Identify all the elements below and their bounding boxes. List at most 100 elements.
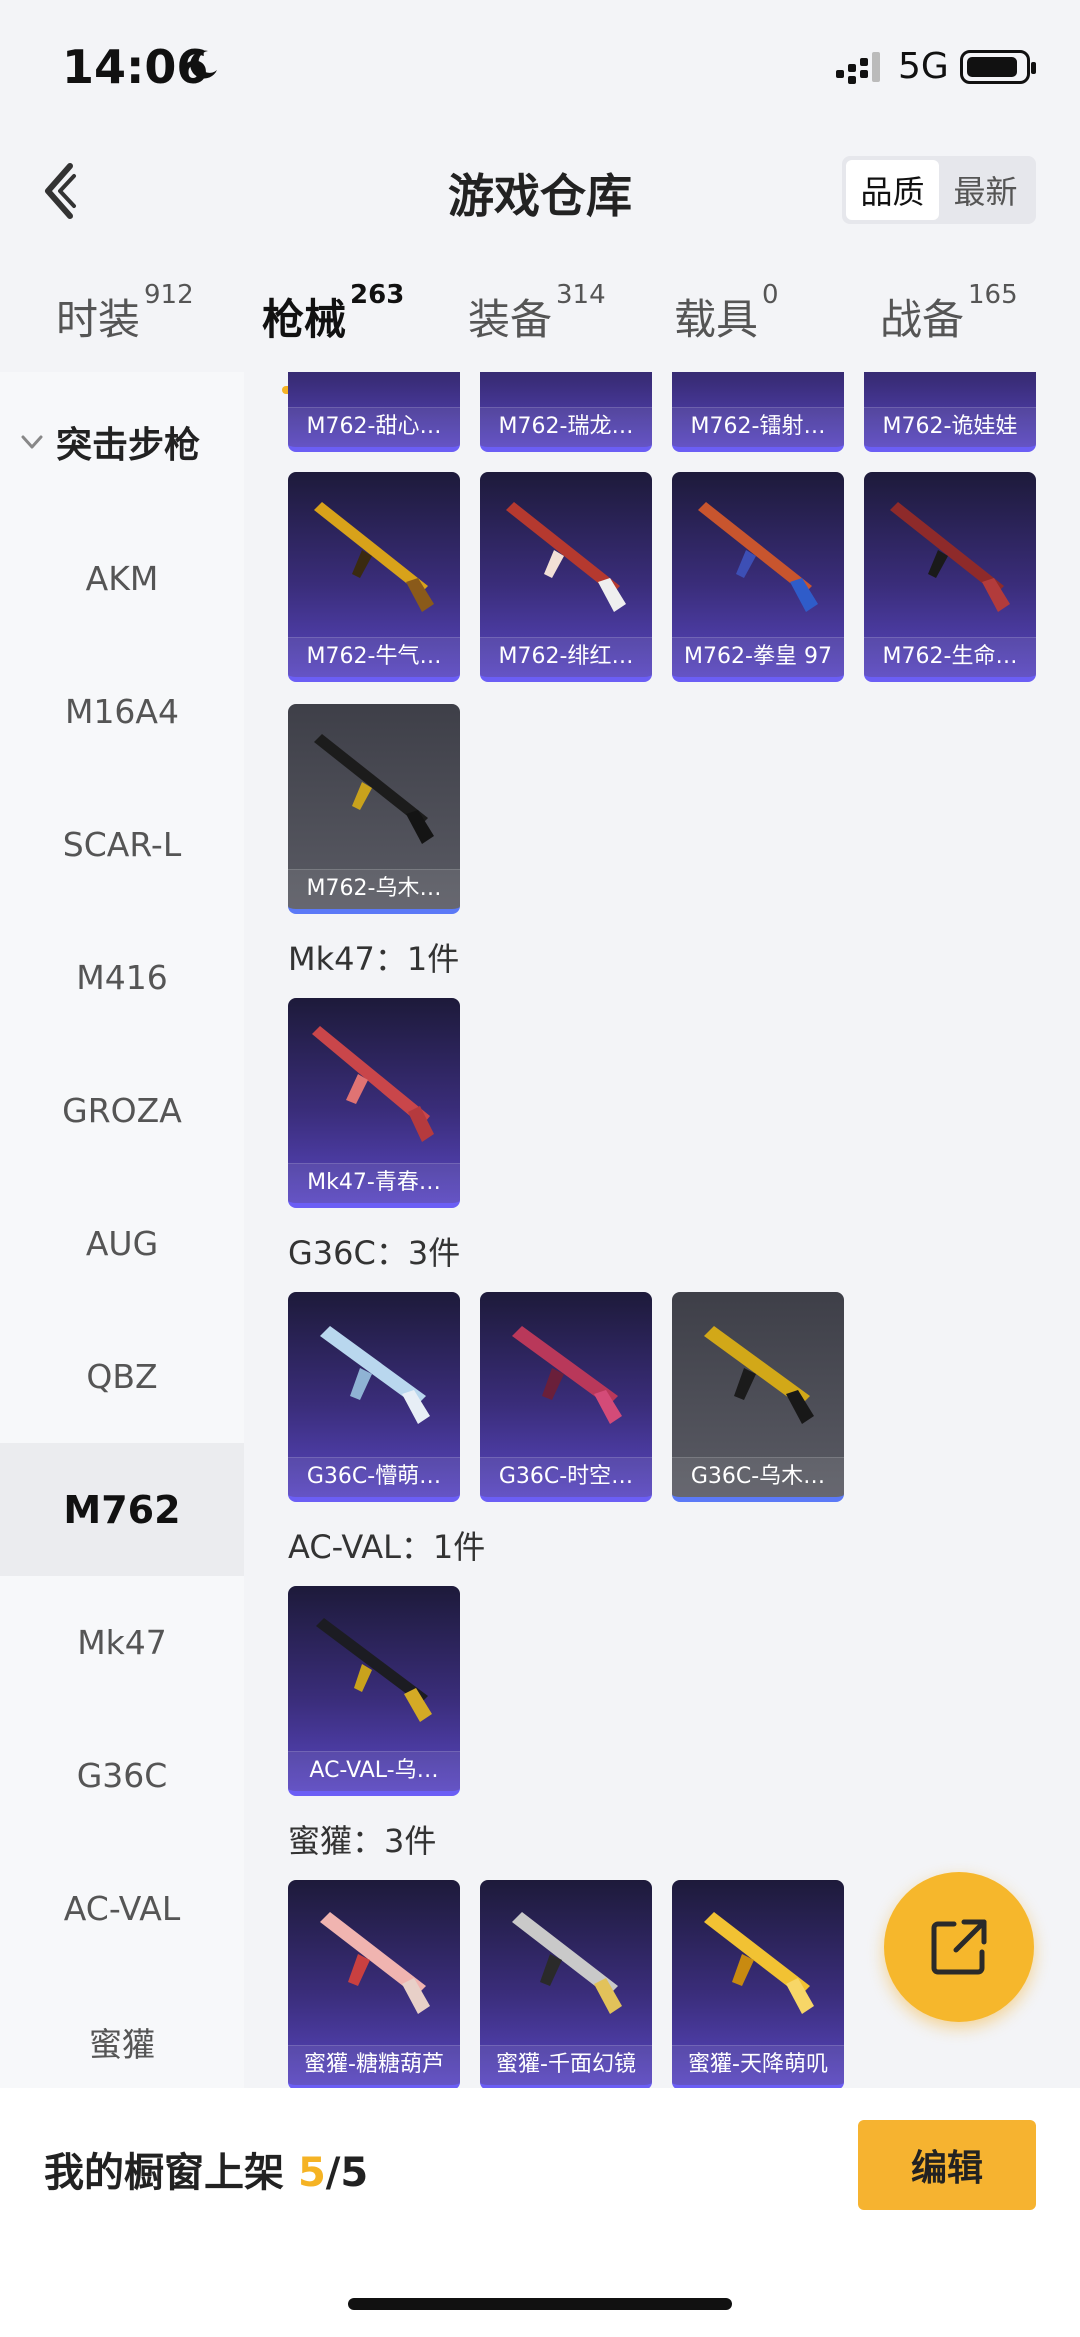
edit-button[interactable]: 编辑 xyxy=(858,2120,1036,2210)
skin-card[interactable]: M762-绯红… xyxy=(480,472,652,682)
skin-card[interactable]: Mk47-青春… xyxy=(288,998,460,1208)
skin-label: M762-拳皇 97 xyxy=(672,637,844,677)
sidebar-item-g36c[interactable]: G36C xyxy=(0,1709,244,1842)
sidebar-item-honey-badger[interactable]: 蜜獾 xyxy=(0,1975,244,2088)
skin-card[interactable]: G36C-时空… xyxy=(480,1292,652,1502)
sort-newest-button[interactable]: 最新 xyxy=(939,160,1032,220)
skin-row: G36C-懵萌… G36C-时空… G36C-乌木… xyxy=(288,1292,844,1502)
skin-label: M762-绯红… xyxy=(480,637,652,677)
skin-label: 蜜獾-天降萌叽 xyxy=(672,2045,844,2085)
status-bar: 14:06 5G xyxy=(0,0,1080,130)
showcase-used-count: 5 xyxy=(297,2150,326,2196)
skin-card[interactable]: M762-拳皇 97 xyxy=(672,472,844,682)
tab-guns[interactable]: 枪械 263 xyxy=(262,280,404,394)
tab-vehicles[interactable]: 载具 0 xyxy=(674,280,779,347)
skin-card[interactable]: M762-诡娃娃 xyxy=(864,372,1036,452)
sidebar-item-aug[interactable]: AUG xyxy=(0,1177,244,1310)
sidebar-item-m416[interactable]: M416 xyxy=(0,911,244,1044)
skin-row: AC-VAL-乌… xyxy=(288,1586,460,1796)
sidebar-group-label: 突击步枪 xyxy=(56,425,201,466)
sidebar-item-scar-l[interactable]: SCAR-L xyxy=(0,778,244,911)
sidebar-item-ac-val[interactable]: AC-VAL xyxy=(0,1842,244,1975)
section-title-ac-val: AC-VAL：1件 xyxy=(288,1528,486,1566)
skin-card[interactable]: G36C-懵萌… xyxy=(288,1292,460,1502)
skin-card[interactable]: M762-镭射… xyxy=(672,372,844,452)
rifle-icon xyxy=(698,502,818,612)
sidebar-item-groza[interactable]: GROZA xyxy=(0,1044,244,1177)
rifle-icon xyxy=(314,502,434,612)
sort-quality-button[interactable]: 品质 xyxy=(846,160,939,220)
tab-count: 912 xyxy=(144,280,194,310)
skin-label: M762-诡娃娃 xyxy=(864,407,1036,447)
skin-label: G36C-懵萌… xyxy=(288,1457,460,1497)
skin-card[interactable]: 蜜獾-天降萌叽 xyxy=(672,1880,844,2088)
sidebar-item-mk47[interactable]: Mk47 xyxy=(0,1576,244,1709)
skin-card[interactable]: G36C-乌木… xyxy=(672,1292,844,1502)
sidebar-item-m762[interactable]: M762 xyxy=(0,1443,244,1576)
skin-row: Mk47-青春… xyxy=(288,998,460,1208)
tab-label: 装备 xyxy=(468,295,553,344)
skin-card[interactable]: 蜜獾-千面幻镜 xyxy=(480,1880,652,2088)
showcase-status: 我的橱窗上架 5/5 xyxy=(44,2140,368,2198)
skin-label: G36C-乌木… xyxy=(672,1457,844,1497)
skin-label: AC-VAL-乌… xyxy=(288,1751,460,1791)
skin-label: M762-镭射… xyxy=(672,407,844,447)
tab-equipment[interactable]: 装备 314 xyxy=(468,280,606,347)
skin-row: M762-牛气… M762-绯红… M762-拳皇 97 M762-生命… xyxy=(288,472,1036,682)
skin-label: M762-乌木… xyxy=(288,869,460,909)
share-icon xyxy=(931,1919,987,1975)
tab-label: 载具 xyxy=(674,295,759,344)
skin-label: M762-牛气… xyxy=(288,637,460,677)
share-button[interactable] xyxy=(884,1872,1034,2022)
skin-card[interactable]: M762-乌木… xyxy=(288,704,460,914)
sidebar-item-akm[interactable]: AKM xyxy=(0,512,244,645)
rifle-icon xyxy=(512,1912,622,2014)
rifle-icon xyxy=(506,502,626,612)
header: 游戏仓库 品质 最新 xyxy=(0,130,1080,250)
tab-fashion[interactable]: 时装 912 xyxy=(56,280,194,347)
rifle-icon xyxy=(890,502,1010,612)
skin-label: 蜜獾-千面幻镜 xyxy=(480,2045,652,2085)
tab-label: 枪械 xyxy=(262,295,347,344)
skin-row: M762-甜心… M762-瑞龙… M762-镭射… M762-诡娃娃 xyxy=(288,372,1036,452)
skin-card[interactable]: M762-甜心… xyxy=(288,372,460,452)
skin-label: M762-瑞龙… xyxy=(480,407,652,447)
skin-row: M762-乌木… xyxy=(288,704,460,914)
battery-icon xyxy=(960,50,1036,84)
rifle-icon xyxy=(316,1618,432,1722)
showcase-total-count: /5 xyxy=(325,2150,369,2196)
rifle-icon xyxy=(512,1326,622,1424)
rifle-icon xyxy=(314,734,434,844)
home-indicator[interactable] xyxy=(348,2298,732,2310)
skin-label: 蜜獾-糖糖葫芦 xyxy=(288,2045,460,2085)
skin-label: Mk47-青春… xyxy=(288,1163,460,1203)
skin-label: G36C-时空… xyxy=(480,1457,652,1497)
tab-supplies[interactable]: 战备 165 xyxy=(880,280,1018,347)
tab-label: 战备 xyxy=(880,295,965,344)
showcase-label: 我的橱窗上架 xyxy=(44,2150,284,2196)
sidebar-group-assault-rifles[interactable]: 突击步枪 xyxy=(0,372,244,512)
signal-icon xyxy=(836,52,880,84)
sort-toggle: 品质 最新 xyxy=(842,156,1036,224)
sidebar-item-qbz[interactable]: QBZ xyxy=(0,1310,244,1443)
tab-count: 314 xyxy=(556,280,606,310)
rifle-icon xyxy=(704,1912,814,2014)
category-tabs: 时装 912 枪械 263 装备 314 载具 0 战备 165 xyxy=(0,250,1080,394)
moon-icon xyxy=(190,50,217,79)
tab-count: 165 xyxy=(968,280,1018,310)
sidebar-item-m16a4[interactable]: M16A4 xyxy=(0,645,244,778)
skin-card[interactable]: AC-VAL-乌… xyxy=(288,1586,460,1796)
skin-card[interactable]: 蜜獾-糖糖葫芦 xyxy=(288,1880,460,2088)
skin-card[interactable]: M762-牛气… xyxy=(288,472,460,682)
tab-count: 263 xyxy=(350,280,405,310)
rifle-icon xyxy=(704,1326,814,1424)
skin-label: M762-生命… xyxy=(864,637,1036,677)
skin-card[interactable]: M762-瑞龙… xyxy=(480,372,652,452)
skin-card[interactable]: M762-生命… xyxy=(864,472,1036,682)
rifle-icon xyxy=(312,1026,434,1142)
section-title-honey-badger: 蜜獾：3件 xyxy=(288,1822,437,1860)
rifle-icon xyxy=(320,1912,430,2014)
section-title-g36c: G36C：3件 xyxy=(288,1234,461,1272)
weapon-skin-list: M762-甜心… M762-瑞龙… M762-镭射… M762-诡娃娃 M762… xyxy=(244,372,1080,2088)
tab-count: 0 xyxy=(762,280,779,310)
